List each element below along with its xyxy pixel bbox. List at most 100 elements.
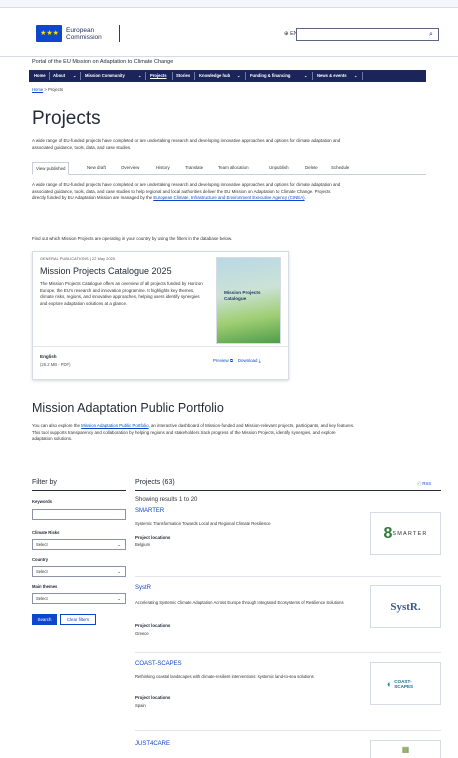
project-logo-label: SystR. [390,600,421,613]
project-locations-heading: Project locations [135,535,171,540]
project-location: Spain [135,703,146,708]
portfolio-link[interactable]: Mission Adaptation Public Portfolio [81,423,148,428]
tab-unpublish[interactable]: Unpublish [269,165,289,170]
eu-stars-icon: ★ ★ ★ [40,30,59,37]
project-logo-smarter[interactable]: 8 SMARTER [370,512,441,555]
card-divider [33,346,288,347]
nav-item-news-events[interactable]: News & events [317,70,347,82]
project-logo-label: SMARTER [392,530,428,537]
projects-heading-rule [135,490,441,491]
main-themes-select[interactable]: Select ⌄ [32,593,126,604]
tab-history[interactable]: History [156,165,170,170]
chevron-down-icon[interactable]: ⌄ [73,70,77,82]
nav-item-about[interactable]: About [53,70,65,82]
breadcrumb-home[interactable]: Home [32,87,43,92]
nav-separator [49,72,50,80]
project-description: Rethinking coastal landscapes with clima… [135,674,314,679]
nav-item-mission-community[interactable]: Mission Community [85,70,125,82]
cinea-link[interactable]: European Climate, Infrastructure and Env… [153,195,304,200]
tab-new-draft[interactable]: New draft [87,165,106,170]
chevron-down-icon: ⌄ [117,569,121,574]
portfolio-heading: Mission Adaptation Public Portfolio [32,401,224,415]
nav-separator [145,72,146,80]
logo-line1: European [66,27,95,34]
admin-tabs: View published New draft Overview Histor… [32,162,426,175]
rss-label: RSS [422,481,431,486]
climate-risks-label: Climate Risks [32,530,60,535]
project-logo-systr[interactable]: SystR. [370,585,441,628]
portfolio-text: You can also explore the Mission Adaptat… [32,423,357,443]
project-title-coast-scapes[interactable]: COAST-SCAPES [135,661,182,667]
logo-line2: Commission [66,34,102,41]
chevron-down-icon[interactable]: ⌄ [304,70,308,82]
project-title-just4care[interactable]: JUST4CARE [135,741,170,747]
select-value: Select [36,542,48,547]
publication-language: English [40,354,57,359]
chevron-down-icon[interactable]: ⌄ [237,70,241,82]
nav-item-knowledge-hub[interactable]: Knowledge hub [199,70,230,82]
nav-item-funding-financing[interactable]: Funding & financing [250,70,290,82]
country-select[interactable]: Select ⌄ [32,566,126,577]
external-link-icon: ⧉ [229,358,233,363]
publication-actions: Preview ⧉ Download ⤓ [213,358,261,363]
project-description: Systemic Transformation Towards Local an… [135,521,271,526]
project-title-systr[interactable]: SystR [135,585,151,591]
clear-filters-button[interactable]: Clear filters [60,614,96,625]
filter-heading-rule [32,490,126,491]
tab-delete[interactable]: Delete [305,165,318,170]
item-divider [135,730,441,731]
top-strip [0,0,458,8]
portal-title-bar: Portal of the EU Mission on Adaptation t… [0,56,458,68]
tab-team-allocation[interactable]: Team allocation [218,165,249,170]
rss-link[interactable]: ⓡ RSS [417,481,431,487]
project-description: Accelerating Systemic Climate Adaptation… [135,600,344,605]
smarter-mark-icon: 8 [383,524,393,542]
tab-overview[interactable]: Overview [121,165,139,170]
cover-title-line1: Mission Projects [224,290,261,295]
page-title: Projects [32,108,101,129]
nav-item-home[interactable]: Home [34,70,46,82]
keywords-input[interactable] [32,509,126,520]
publication-description: The Mission Projects Catalogue offers an… [40,281,203,306]
country-label: Country [32,557,49,562]
nav-item-projects[interactable]: Projects [150,70,167,82]
keywords-label: Keywords [32,499,53,504]
nav-item-stories[interactable]: Stories [176,70,190,82]
project-logo-label: COAST-SCAPES [394,678,414,689]
chevron-down-icon[interactable]: ⌄ [354,70,358,82]
portfolio-text-start: You can also explore the [32,423,82,428]
breadcrumb-separator: > [44,87,47,92]
results-count: Showing results 1 to 20 [135,497,198,503]
search-button[interactable]: Search [32,614,57,625]
coast-mark-icon: ◐ [386,678,393,689]
project-locations-heading: Project locations [135,623,171,628]
chevron-down-icon: ⌄ [117,596,121,601]
tab-view-published[interactable]: View published [32,162,70,175]
nav-separator [80,72,81,80]
nav-separator [194,72,195,80]
chevron-down-icon[interactable]: ⌄ [138,70,142,82]
preview-link[interactable]: Preview ⧉ [213,358,233,363]
publication-meta: GENERAL PUBLICATIONS | 22 May 2025 [40,257,116,261]
publication-title[interactable]: Mission Projects Catalogue 2025 [40,266,172,276]
project-logo-just4care[interactable]: ▦ [370,740,441,758]
breadcrumb-current: Projects [47,87,64,92]
climate-risks-select[interactable]: Select ⌄ [32,539,126,550]
search-input[interactable] [296,28,439,41]
download-label: Download [237,358,258,363]
page-intro: A wide range of EU-funded projects have … [32,138,341,150]
projects-heading: Projects (63) [135,479,175,486]
nav-separator [312,72,313,80]
project-location: Greece [135,631,149,636]
select-value: Select [36,596,48,601]
search-icon[interactable]: ⌕ [423,28,439,41]
body-paragraph: A wide range of EU-funded projects have … [32,182,342,202]
tab-schedule[interactable]: Schedule [331,165,349,170]
project-title-smarter[interactable]: SMARTER [135,508,164,514]
project-logo-coast-scapes[interactable]: ◐ COAST-SCAPES [370,662,441,705]
just4care-mark-icon: ▦ [401,745,410,754]
download-link[interactable]: Download ⤓ [238,358,261,363]
publication-size: (25.2 MB - PDF) [40,362,71,367]
filter-heading: Filter by [32,479,57,486]
tab-translate[interactable]: Translate [185,165,203,170]
